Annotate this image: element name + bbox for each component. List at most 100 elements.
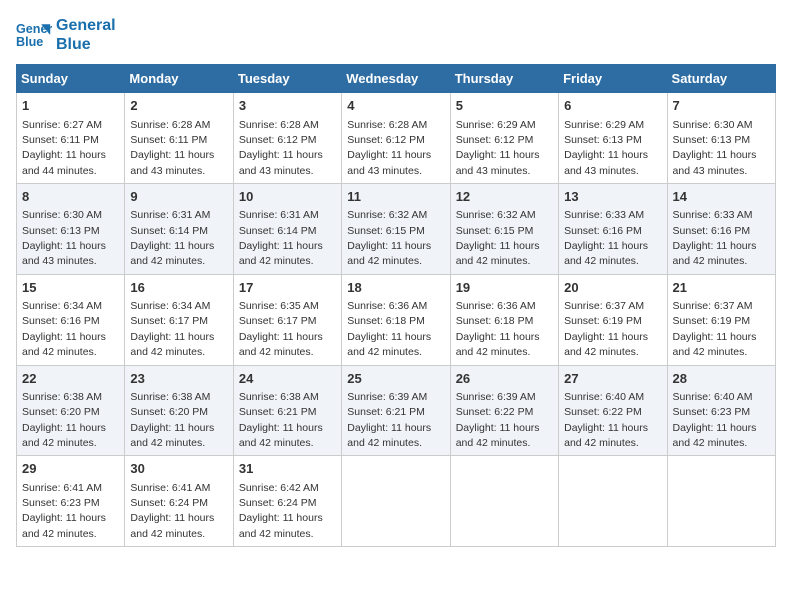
day-info: Sunrise: 6:34 AMSunset: 6:16 PMDaylight:…: [22, 300, 106, 358]
day-number: 3: [239, 97, 336, 115]
day-info: Sunrise: 6:36 AMSunset: 6:18 PMDaylight:…: [347, 300, 431, 358]
calendar-day: [450, 456, 558, 547]
day-info: Sunrise: 6:34 AMSunset: 6:17 PMDaylight:…: [130, 300, 214, 358]
day-info: Sunrise: 6:33 AMSunset: 6:16 PMDaylight:…: [673, 209, 757, 267]
calendar-day: 20 Sunrise: 6:37 AMSunset: 6:19 PMDaylig…: [559, 274, 667, 365]
day-number: 22: [22, 370, 119, 388]
day-number: 6: [564, 97, 661, 115]
day-number: 19: [456, 279, 553, 297]
day-info: Sunrise: 6:37 AMSunset: 6:19 PMDaylight:…: [673, 300, 757, 358]
calendar-week-2: 8 Sunrise: 6:30 AMSunset: 6:13 PMDayligh…: [17, 184, 776, 275]
calendar-day: 28 Sunrise: 6:40 AMSunset: 6:23 PMDaylig…: [667, 365, 775, 456]
logo-general: General: [56, 16, 116, 35]
day-info: Sunrise: 6:29 AMSunset: 6:13 PMDaylight:…: [564, 119, 648, 177]
calendar-day: 23 Sunrise: 6:38 AMSunset: 6:20 PMDaylig…: [125, 365, 233, 456]
day-info: Sunrise: 6:30 AMSunset: 6:13 PMDaylight:…: [22, 209, 106, 267]
calendar-day: 29 Sunrise: 6:41 AMSunset: 6:23 PMDaylig…: [17, 456, 125, 547]
page-header: General Blue General Blue: [16, 16, 776, 54]
weekday-header-thursday: Thursday: [450, 65, 558, 93]
day-number: 12: [456, 188, 553, 206]
calendar-day: 12 Sunrise: 6:32 AMSunset: 6:15 PMDaylig…: [450, 184, 558, 275]
day-number: 30: [130, 460, 227, 478]
day-info: Sunrise: 6:38 AMSunset: 6:20 PMDaylight:…: [22, 391, 106, 449]
day-info: Sunrise: 6:27 AMSunset: 6:11 PMDaylight:…: [22, 119, 106, 177]
calendar-day: 18 Sunrise: 6:36 AMSunset: 6:18 PMDaylig…: [342, 274, 450, 365]
day-info: Sunrise: 6:35 AMSunset: 6:17 PMDaylight:…: [239, 300, 323, 358]
logo: General Blue General Blue: [16, 16, 116, 54]
day-number: 31: [239, 460, 336, 478]
calendar-day: 19 Sunrise: 6:36 AMSunset: 6:18 PMDaylig…: [450, 274, 558, 365]
day-info: Sunrise: 6:31 AMSunset: 6:14 PMDaylight:…: [130, 209, 214, 267]
weekday-header-sunday: Sunday: [17, 65, 125, 93]
calendar-day: 10 Sunrise: 6:31 AMSunset: 6:14 PMDaylig…: [233, 184, 341, 275]
day-info: Sunrise: 6:37 AMSunset: 6:19 PMDaylight:…: [564, 300, 648, 358]
logo-blue: Blue: [56, 35, 116, 54]
calendar-body: 1 Sunrise: 6:27 AMSunset: 6:11 PMDayligh…: [17, 93, 776, 547]
day-info: Sunrise: 6:38 AMSunset: 6:20 PMDaylight:…: [130, 391, 214, 449]
calendar-day: 25 Sunrise: 6:39 AMSunset: 6:21 PMDaylig…: [342, 365, 450, 456]
calendar-day: 5 Sunrise: 6:29 AMSunset: 6:12 PMDayligh…: [450, 93, 558, 184]
weekday-header-tuesday: Tuesday: [233, 65, 341, 93]
day-info: Sunrise: 6:32 AMSunset: 6:15 PMDaylight:…: [347, 209, 431, 267]
calendar-day: 7 Sunrise: 6:30 AMSunset: 6:13 PMDayligh…: [667, 93, 775, 184]
day-info: Sunrise: 6:39 AMSunset: 6:21 PMDaylight:…: [347, 391, 431, 449]
day-info: Sunrise: 6:42 AMSunset: 6:24 PMDaylight:…: [239, 482, 323, 540]
weekday-header-monday: Monday: [125, 65, 233, 93]
day-info: Sunrise: 6:33 AMSunset: 6:16 PMDaylight:…: [564, 209, 648, 267]
day-info: Sunrise: 6:32 AMSunset: 6:15 PMDaylight:…: [456, 209, 540, 267]
day-info: Sunrise: 6:31 AMSunset: 6:14 PMDaylight:…: [239, 209, 323, 267]
calendar-week-3: 15 Sunrise: 6:34 AMSunset: 6:16 PMDaylig…: [17, 274, 776, 365]
day-number: 25: [347, 370, 444, 388]
day-number: 10: [239, 188, 336, 206]
calendar-day: 4 Sunrise: 6:28 AMSunset: 6:12 PMDayligh…: [342, 93, 450, 184]
day-number: 8: [22, 188, 119, 206]
day-number: 26: [456, 370, 553, 388]
day-number: 24: [239, 370, 336, 388]
weekday-header-friday: Friday: [559, 65, 667, 93]
calendar-day: 9 Sunrise: 6:31 AMSunset: 6:14 PMDayligh…: [125, 184, 233, 275]
day-number: 18: [347, 279, 444, 297]
day-number: 1: [22, 97, 119, 115]
calendar-day: 11 Sunrise: 6:32 AMSunset: 6:15 PMDaylig…: [342, 184, 450, 275]
calendar-day: 8 Sunrise: 6:30 AMSunset: 6:13 PMDayligh…: [17, 184, 125, 275]
calendar-day: [559, 456, 667, 547]
day-number: 2: [130, 97, 227, 115]
calendar-day: 14 Sunrise: 6:33 AMSunset: 6:16 PMDaylig…: [667, 184, 775, 275]
day-number: 16: [130, 279, 227, 297]
day-number: 11: [347, 188, 444, 206]
weekday-header-row: SundayMondayTuesdayWednesdayThursdayFrid…: [17, 65, 776, 93]
day-number: 28: [673, 370, 770, 388]
calendar-day: 21 Sunrise: 6:37 AMSunset: 6:19 PMDaylig…: [667, 274, 775, 365]
day-info: Sunrise: 6:28 AMSunset: 6:11 PMDaylight:…: [130, 119, 214, 177]
calendar-day: 30 Sunrise: 6:41 AMSunset: 6:24 PMDaylig…: [125, 456, 233, 547]
day-number: 14: [673, 188, 770, 206]
day-info: Sunrise: 6:30 AMSunset: 6:13 PMDaylight:…: [673, 119, 757, 177]
calendar-week-5: 29 Sunrise: 6:41 AMSunset: 6:23 PMDaylig…: [17, 456, 776, 547]
calendar-day: 27 Sunrise: 6:40 AMSunset: 6:22 PMDaylig…: [559, 365, 667, 456]
calendar-day: 26 Sunrise: 6:39 AMSunset: 6:22 PMDaylig…: [450, 365, 558, 456]
weekday-header-saturday: Saturday: [667, 65, 775, 93]
weekday-header-wednesday: Wednesday: [342, 65, 450, 93]
day-info: Sunrise: 6:28 AMSunset: 6:12 PMDaylight:…: [347, 119, 431, 177]
day-number: 17: [239, 279, 336, 297]
day-number: 29: [22, 460, 119, 478]
calendar-day: [342, 456, 450, 547]
calendar-day: 1 Sunrise: 6:27 AMSunset: 6:11 PMDayligh…: [17, 93, 125, 184]
day-number: 13: [564, 188, 661, 206]
day-number: 20: [564, 279, 661, 297]
day-number: 4: [347, 97, 444, 115]
calendar-day: 24 Sunrise: 6:38 AMSunset: 6:21 PMDaylig…: [233, 365, 341, 456]
day-info: Sunrise: 6:39 AMSunset: 6:22 PMDaylight:…: [456, 391, 540, 449]
day-info: Sunrise: 6:38 AMSunset: 6:21 PMDaylight:…: [239, 391, 323, 449]
day-number: 9: [130, 188, 227, 206]
day-info: Sunrise: 6:41 AMSunset: 6:23 PMDaylight:…: [22, 482, 106, 540]
calendar-day: 15 Sunrise: 6:34 AMSunset: 6:16 PMDaylig…: [17, 274, 125, 365]
calendar-table: SundayMondayTuesdayWednesdayThursdayFrid…: [16, 64, 776, 547]
calendar-week-4: 22 Sunrise: 6:38 AMSunset: 6:20 PMDaylig…: [17, 365, 776, 456]
day-info: Sunrise: 6:29 AMSunset: 6:12 PMDaylight:…: [456, 119, 540, 177]
calendar-day: 2 Sunrise: 6:28 AMSunset: 6:11 PMDayligh…: [125, 93, 233, 184]
day-info: Sunrise: 6:41 AMSunset: 6:24 PMDaylight:…: [130, 482, 214, 540]
svg-text:Blue: Blue: [16, 35, 43, 49]
calendar-day: 22 Sunrise: 6:38 AMSunset: 6:20 PMDaylig…: [17, 365, 125, 456]
day-number: 27: [564, 370, 661, 388]
